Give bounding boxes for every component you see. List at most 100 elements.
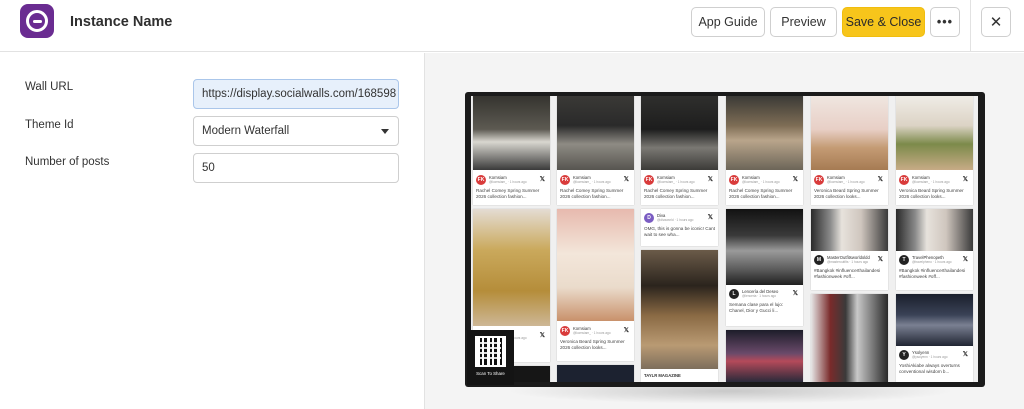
post-image [473, 96, 550, 170]
x-logo-icon: 𝕏 [623, 327, 629, 334]
post-card[interactable]: FK Kornsiam @kornsiam_ · 1 hours ago 𝕏 V… [557, 209, 634, 361]
post-image [473, 209, 550, 326]
theme-id-select[interactable]: Modern Waterfall [193, 116, 399, 146]
app-logo-icon [20, 4, 54, 38]
avatar: L [729, 289, 739, 299]
post-image [557, 209, 634, 321]
post-caption: YoshiAkiabe always overturns conventiona… [899, 363, 960, 375]
x-logo-icon: 𝕏 [707, 176, 713, 183]
x-logo-icon: 𝕏 [623, 176, 629, 183]
social-wall: FK Kornsiam @kornsiam_ · 1 hours ago 𝕏 R… [471, 96, 978, 382]
post-handle: @kornsiam_ · 1 hours ago [912, 180, 950, 184]
post-image [726, 209, 803, 285]
post-handle: @kornsiam_ · 1 hours ago [573, 331, 611, 335]
avatar: FK [729, 175, 739, 185]
top-bar: Instance Name App Guide Preview Save & C… [0, 0, 1024, 52]
post-card[interactable]: FK Kornsiam @kornsiam_ · 1 hours ago 𝕏 R… [473, 96, 550, 205]
post-image [811, 294, 888, 382]
x-logo-icon: 𝕏 [707, 214, 713, 221]
post-caption: Semana clase para el lujo: Chanel, Dior … [729, 302, 784, 314]
post-card[interactable]: M MasterOutfitsworldoldd @masteroutfits … [811, 209, 888, 290]
avatar: M [814, 255, 824, 265]
post-caption: #Bangkok #influencerthailandesi #fashion… [814, 268, 881, 280]
post-image [896, 294, 973, 346]
post-handle: @kornsiam_ · 1 hours ago [657, 180, 695, 184]
post-handle: @kornsiam_ · 1 hours ago [489, 180, 527, 184]
qr-code-icon [475, 336, 506, 367]
post-handle: @divaworld · 1 hours ago [657, 218, 694, 222]
post-image [896, 209, 973, 251]
preview-button[interactable]: Preview [770, 7, 837, 37]
post-username: TAYLR MAGAZINE [644, 373, 681, 378]
post-image [896, 96, 973, 170]
x-logo-icon: 𝕏 [962, 256, 968, 263]
post-card[interactable] [557, 365, 634, 382]
post-card[interactable]: FK Kornsiam @kornsiam_ · 1 hours ago 𝕏 R… [726, 96, 803, 205]
chevron-down-icon [381, 129, 389, 134]
settings-form: Wall URL https://display.socialwalls.com… [0, 53, 424, 409]
number-of-posts-field[interactable]: 50 [193, 153, 399, 183]
save-close-button[interactable]: Save & Close [842, 7, 925, 37]
post-handle: @lenceria · 1 hours ago [742, 294, 777, 298]
post-caption: Veronica Beard Spring Summer 2026 collec… [560, 339, 625, 351]
post-image [726, 330, 803, 382]
theme-id-value: Modern Waterfall [202, 125, 290, 137]
x-logo-icon: 𝕏 [877, 256, 883, 263]
avatar: D [644, 213, 654, 223]
avatar: FK [560, 326, 570, 336]
post-handle: @travelpheno · 1 hours ago [912, 260, 952, 264]
post-caption: Veronica Beard Spring Summer 2026 collec… [814, 188, 879, 200]
x-logo-icon: 𝕏 [962, 176, 968, 183]
x-logo-icon: 𝕏 [877, 176, 883, 183]
post-image [726, 96, 803, 170]
post-card[interactable]: L Lencería del Deseo @lenceria · 1 hours… [726, 209, 803, 326]
post-image [811, 209, 888, 251]
more-options-button[interactable]: ••• [930, 7, 960, 37]
header-divider [970, 0, 971, 52]
post-card[interactable] [811, 294, 888, 382]
post-caption: Veronica Beard Spring Summer 2026 collec… [899, 188, 964, 200]
post-handle: @ysolyenn · 1 hours ago [912, 355, 948, 359]
avatar: FK [899, 175, 909, 185]
post-card[interactable]: FK Kornsiam @kornsiam_ · 1 hours ago 𝕏 V… [896, 96, 973, 205]
post-image [641, 96, 718, 170]
qr-share-badge[interactable]: Scan To Share [467, 330, 514, 385]
post-card[interactable]: FK Kornsiam @kornsiam_ · 1 hours ago 𝕏 R… [641, 96, 718, 205]
wall-url-field[interactable]: https://display.socialwalls.com/168598 [193, 79, 399, 109]
wall-url-label: Wall URL [25, 81, 74, 93]
post-card[interactable]: D Diva @divaworld · 1 hours ago 𝕏 OMG, t… [641, 209, 718, 246]
post-handle: @kornsiam_ · 1 hours ago [827, 180, 865, 184]
post-caption: Rachel Comey Spring Summer 2026 collecti… [644, 188, 708, 200]
post-handle: @kornsiam_ · 1 hours ago [742, 180, 780, 184]
avatar: FK [560, 175, 570, 185]
post-card[interactable] [726, 330, 803, 382]
post-card[interactable]: FK Kornsiam @kornsiam_ · 1 hours ago 𝕏 V… [811, 96, 888, 205]
post-caption: Rachel Comey Spring Summer 2026 collecti… [476, 188, 540, 200]
avatar: Y [899, 350, 909, 360]
x-logo-icon: 𝕏 [539, 176, 545, 183]
post-caption: OMG, this is gonna be iconic! Cant wait … [644, 226, 715, 238]
post-card[interactable]: TAYLR MAGAZINE [641, 250, 718, 382]
post-caption: Rachel Comey Spring Summer 2026 collecti… [729, 188, 793, 200]
avatar: T [899, 255, 909, 265]
post-caption: Rachel Comey Spring Summer 2026 collecti… [560, 188, 624, 200]
post-card[interactable]: Y Ysolyenn @ysolyenn · 1 hours ago 𝕏 Yos… [896, 294, 973, 382]
qr-label: Scan To Share [476, 371, 505, 376]
x-logo-icon: 𝕏 [792, 176, 798, 183]
post-caption: #Bangkok #influencerthailandesi #fashion… [899, 268, 966, 280]
x-logo-icon: 𝕏 [792, 290, 798, 297]
post-image [641, 250, 718, 369]
avatar: FK [644, 175, 654, 185]
close-button[interactable]: ✕ [981, 7, 1011, 37]
posts-label: Number of posts [25, 156, 110, 168]
app-guide-button[interactable]: App Guide [691, 7, 765, 37]
avatar: FK [476, 175, 486, 185]
page-title: Instance Name [70, 14, 173, 30]
x-logo-icon: 𝕏 [539, 332, 545, 339]
post-card[interactable]: FK Kornsiam @kornsiam_ · 1 hours ago 𝕏 R… [557, 96, 634, 205]
post-card[interactable]: T TravelPhenopeth @travelpheno · 1 hours… [896, 209, 973, 290]
avatar: FK [814, 175, 824, 185]
wall-preview-frame: FK Kornsiam @kornsiam_ · 1 hours ago 𝕏 R… [465, 92, 985, 387]
post-handle: @kornsiam_ · 1 hours ago [573, 180, 611, 184]
post-image [811, 96, 888, 170]
